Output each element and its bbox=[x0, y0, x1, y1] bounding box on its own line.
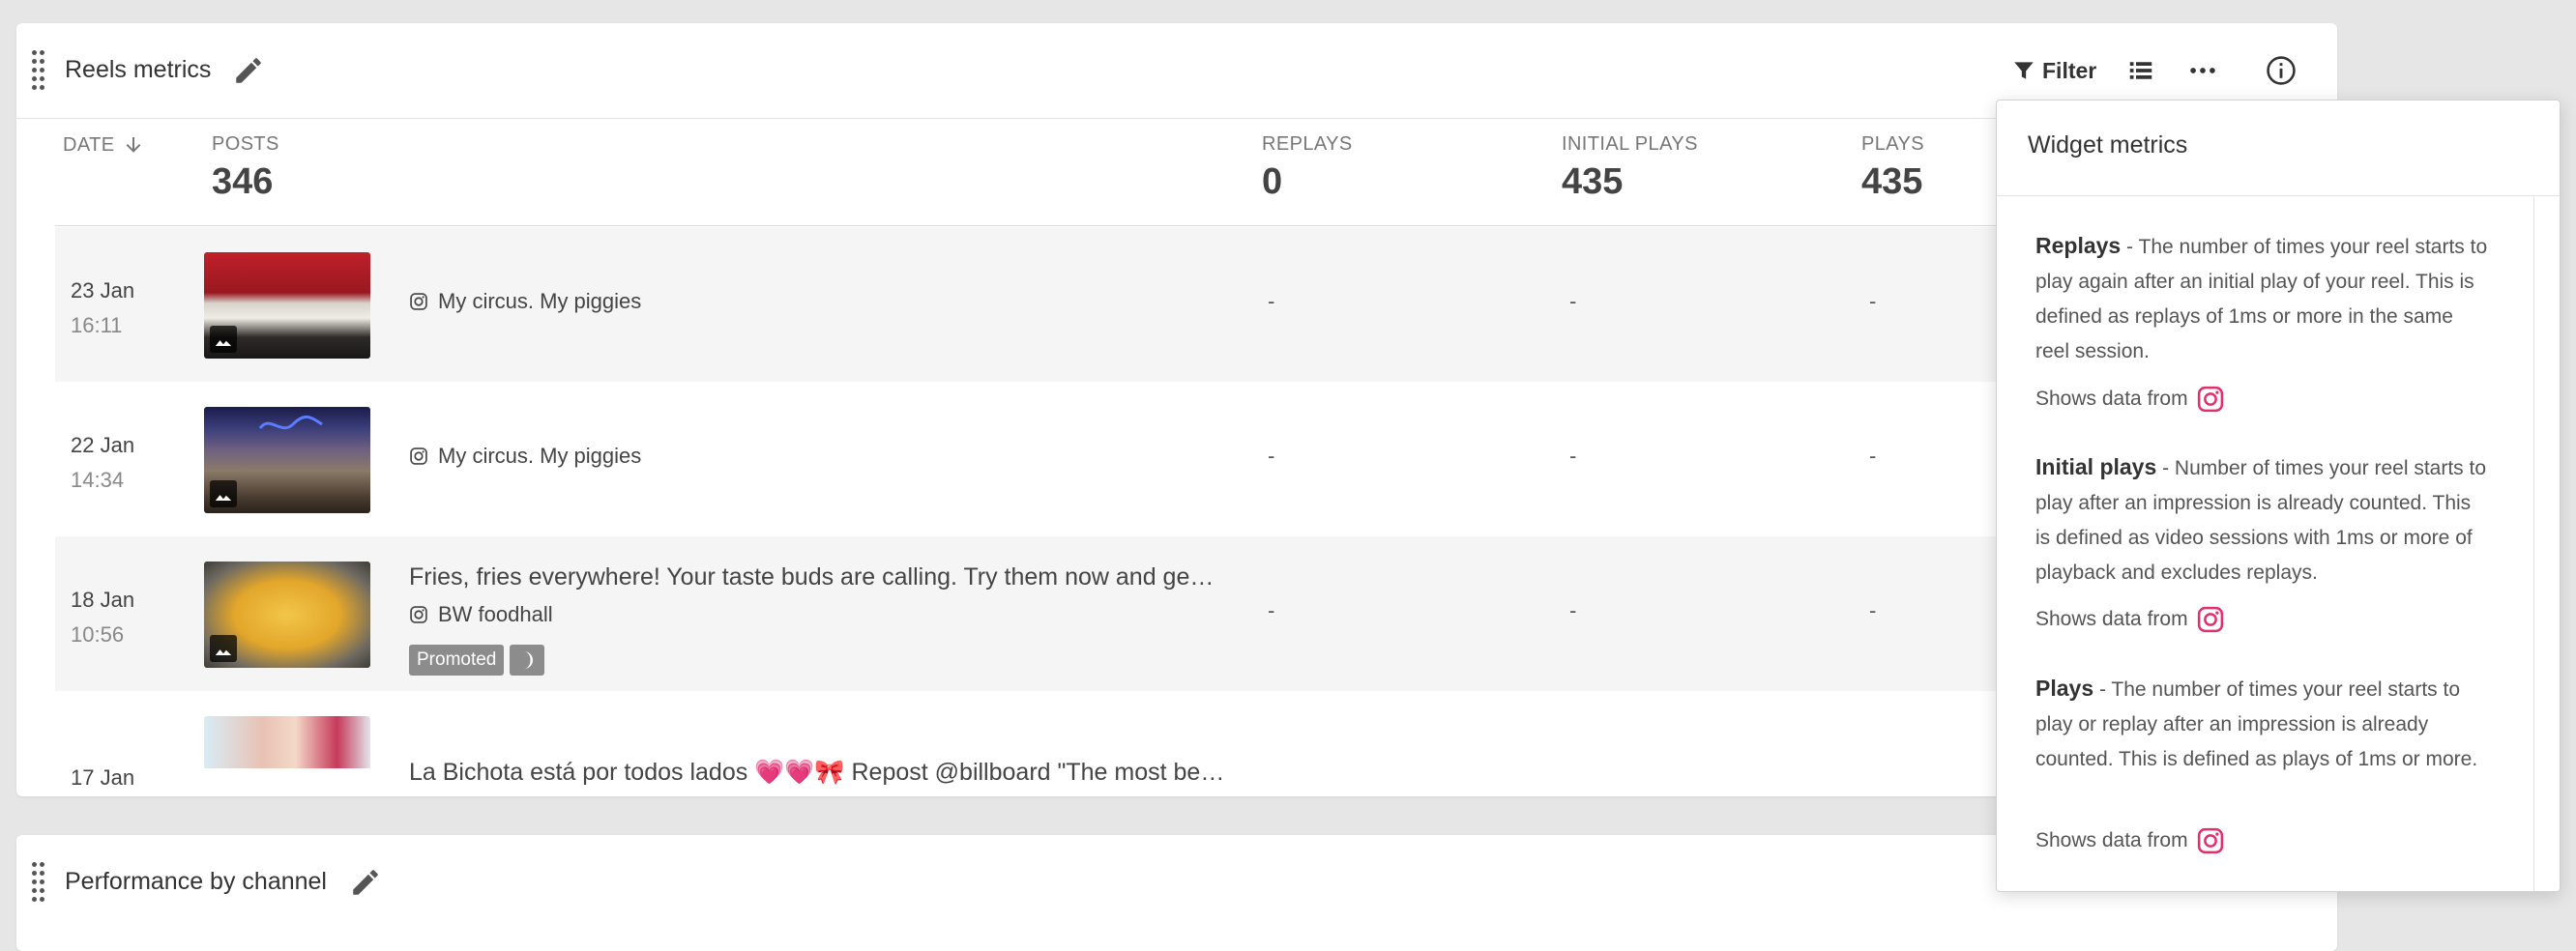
metric-name: Replays bbox=[2035, 233, 2122, 258]
header-divider bbox=[16, 118, 2337, 119]
image-icon bbox=[210, 635, 237, 662]
post-channel: My circus. My piggies bbox=[409, 289, 641, 314]
moon-icon bbox=[510, 645, 545, 676]
table-header-divider bbox=[55, 225, 2337, 226]
metric-description: - The number of times your reel starts t… bbox=[2035, 678, 2478, 770]
replays-value: - bbox=[1268, 289, 1275, 313]
initial-plays-total: 435 bbox=[1562, 161, 1624, 202]
plays-value: - bbox=[1869, 598, 1877, 622]
shows-data-from-label: Shows data from bbox=[2035, 829, 2188, 851]
metric-name: Initial plays bbox=[2035, 454, 2157, 479]
plays-total: 435 bbox=[1861, 161, 1923, 202]
column-date[interactable]: DATE bbox=[63, 133, 145, 157]
row-datetime: 22 Jan 14:34 bbox=[71, 428, 134, 498]
instagram-icon bbox=[2197, 606, 2223, 633]
list-view-icon[interactable] bbox=[2126, 48, 2155, 93]
column-posts-label: POSTS bbox=[212, 133, 279, 155]
widget-metrics-popover: Widget metrics Replays - The number of t… bbox=[1996, 100, 2561, 892]
column-initial-plays-label: INITIAL PLAYS bbox=[1562, 133, 1698, 155]
info-icon[interactable] bbox=[2265, 48, 2298, 93]
image-icon bbox=[210, 326, 237, 353]
initial-plays-value: - bbox=[1569, 444, 1577, 468]
filter-button[interactable]: Filter bbox=[2011, 48, 2096, 93]
post-thumbnail[interactable] bbox=[204, 407, 370, 513]
pencil-icon[interactable] bbox=[349, 866, 382, 899]
replays-total: 0 bbox=[1262, 161, 1283, 202]
more-horizontal-icon[interactable] bbox=[2186, 48, 2219, 93]
widget-header: Reels metrics Filter bbox=[16, 23, 2337, 118]
row-datetime: 18 Jan 10:56 bbox=[71, 583, 134, 652]
instagram-icon bbox=[2197, 386, 2223, 413]
row-time: 14:34 bbox=[71, 468, 125, 492]
drag-handle-icon[interactable] bbox=[32, 50, 45, 90]
arrow-down-icon bbox=[127, 137, 141, 153]
pencil-icon[interactable] bbox=[232, 54, 265, 87]
replays-value: - bbox=[1268, 444, 1275, 468]
metric-plays: Plays - The number of times your reel st… bbox=[2035, 671, 2490, 777]
popover-divider bbox=[1997, 195, 2560, 196]
initial-plays-value: - bbox=[1569, 598, 1577, 622]
filter-label: Filter bbox=[2042, 57, 2097, 83]
popover-scrollbar[interactable] bbox=[2533, 196, 2534, 891]
replays-value: - bbox=[1268, 598, 1275, 622]
post-thumbnail[interactable] bbox=[204, 562, 370, 668]
channel-name: My circus. My piggies bbox=[438, 289, 642, 313]
drag-handle-icon[interactable] bbox=[32, 862, 45, 902]
metric-source: Shows data from bbox=[2035, 385, 2225, 414]
row-datetime: 17 Jan bbox=[71, 761, 134, 795]
instagram-icon bbox=[410, 293, 427, 310]
channel-name: My circus. My piggies bbox=[438, 444, 642, 468]
column-posts: POSTS 346 bbox=[212, 133, 279, 203]
metric-initial-plays: Initial plays - Number of times your ree… bbox=[2035, 449, 2490, 591]
performance-by-channel-widget: Performance by channel bbox=[16, 835, 2337, 951]
promoted-badge: Promoted bbox=[409, 645, 505, 676]
column-initial-plays[interactable]: INITIAL PLAYS 435 bbox=[1562, 133, 1698, 203]
row-date: 22 Jan bbox=[71, 433, 135, 457]
metric-source: Shows data from bbox=[2035, 605, 2225, 634]
post-caption: La Bichota está por todos lados 💗💗🎀 Repo… bbox=[409, 759, 1225, 786]
shows-data-from-label: Shows data from bbox=[2035, 608, 2188, 630]
initial-plays-value: - bbox=[1569, 289, 1577, 313]
column-plays-label: PLAYS bbox=[1861, 133, 1924, 155]
row-time: 10:56 bbox=[71, 622, 125, 647]
popover-title: Widget metrics bbox=[2028, 131, 2188, 158]
post-thumbnail[interactable] bbox=[204, 252, 370, 359]
post-thumbnail[interactable] bbox=[204, 716, 370, 768]
table-row[interactable]: 22 Jan 14:34 My circus. My piggies - - - bbox=[55, 382, 2337, 536]
instagram-icon bbox=[2197, 827, 2223, 854]
plays-value: - bbox=[1869, 289, 1877, 313]
row-time: 16:11 bbox=[71, 313, 123, 337]
widget-title: Reels metrics bbox=[65, 56, 212, 83]
column-replays-label: REPLAYS bbox=[1262, 133, 1353, 155]
metric-source: Shows data from bbox=[2035, 826, 2225, 855]
table-row[interactable]: 23 Jan 16:11 My circus. My piggies - - - bbox=[55, 227, 2337, 382]
post-channel: My circus. My piggies bbox=[409, 444, 641, 469]
column-plays[interactable]: PLAYS 435 bbox=[1861, 133, 1924, 203]
post-channel: BW foodhall bbox=[409, 602, 553, 627]
instagram-icon bbox=[410, 606, 427, 623]
row-datetime: 23 Jan 16:11 bbox=[71, 274, 134, 343]
metric-replays: Replays - The number of times your reel … bbox=[2035, 228, 2490, 369]
neon-sign-image bbox=[258, 416, 323, 430]
row-date: 17 Jan bbox=[71, 765, 135, 790]
reels-metrics-widget: Reels metrics Filter DATE POSTS 346 REPL… bbox=[16, 23, 2337, 796]
row-date: 18 Jan bbox=[71, 588, 135, 612]
image-icon bbox=[210, 480, 237, 507]
column-date-label: DATE bbox=[63, 133, 115, 156]
posts-total: 346 bbox=[212, 161, 274, 202]
instagram-icon bbox=[410, 447, 427, 465]
widget-title: Performance by channel bbox=[65, 868, 327, 895]
channel-name: BW foodhall bbox=[438, 602, 553, 626]
row-date: 23 Jan bbox=[71, 278, 135, 303]
post-badges: Promoted bbox=[409, 645, 545, 676]
table-row[interactable]: 18 Jan 10:56 Fries, fries everywhere! Yo… bbox=[55, 536, 2337, 691]
metric-name: Plays bbox=[2035, 676, 2094, 701]
column-replays[interactable]: REPLAYS 0 bbox=[1262, 133, 1353, 203]
table-row[interactable]: 17 Jan La Bichota está por todos lados 💗… bbox=[55, 691, 2337, 796]
filter-icon bbox=[2014, 62, 2034, 79]
shows-data-from-label: Shows data from bbox=[2035, 388, 2188, 410]
plays-value: - bbox=[1869, 444, 1877, 468]
post-caption: Fries, fries everywhere! Your taste buds… bbox=[409, 563, 1215, 591]
